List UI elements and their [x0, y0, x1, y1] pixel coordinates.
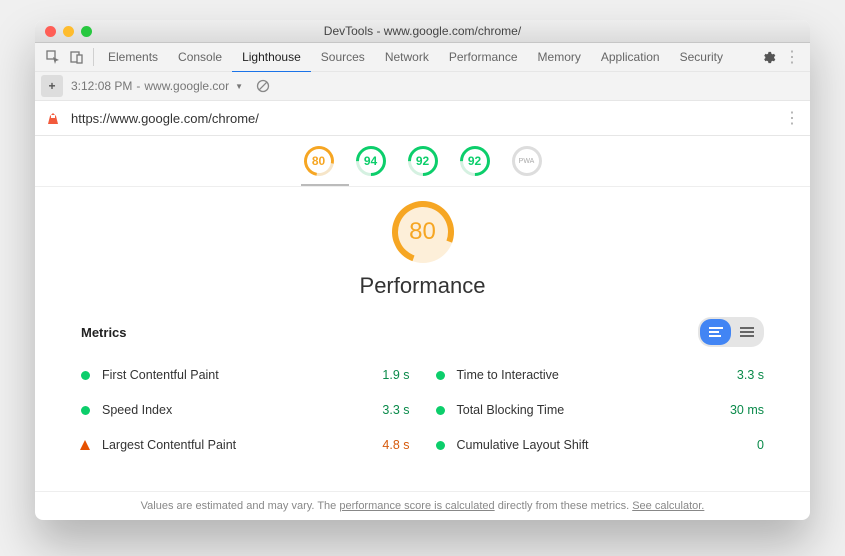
tab-performance[interactable]: Performance	[439, 43, 528, 71]
report-host: www.google.cor	[144, 79, 229, 93]
tab-elements[interactable]: Elements	[98, 43, 168, 71]
more-menu-icon[interactable]: ⋮	[780, 46, 804, 68]
report-url: https://www.google.com/chrome/	[71, 111, 774, 126]
report-dropdown[interactable]: 3:12:08 PM - www.google.cor ▼	[71, 79, 243, 93]
tab-network[interactable]: Network	[375, 43, 439, 71]
view-compact-icon[interactable]	[731, 319, 762, 345]
inspect-element-icon[interactable]	[41, 46, 65, 68]
devtools-tabs: Elements Console Lighthouse Sources Netw…	[35, 43, 810, 72]
performance-label: Performance	[360, 273, 486, 299]
performance-score: 80	[392, 201, 454, 263]
status-dot-icon	[436, 406, 445, 415]
devtools-window: DevTools - www.google.com/chrome/ Elemen…	[35, 20, 810, 520]
status-dot-icon	[81, 406, 90, 415]
status-dot-icon	[81, 371, 90, 380]
metric-first-contentful-paint: First Contentful Paint 1.9 s	[81, 357, 410, 392]
metric-cumulative-layout-shift: Cumulative Layout Shift 0	[436, 427, 765, 462]
tab-lighthouse[interactable]: Lighthouse	[232, 43, 311, 73]
score-calc-link[interactable]: performance score is calculated	[339, 500, 494, 512]
tab-sources[interactable]: Sources	[311, 43, 375, 71]
metrics-footer: Values are estimated and may vary. The p…	[35, 491, 810, 520]
clear-icon[interactable]	[251, 75, 275, 97]
new-report-button[interactable]: +	[41, 75, 63, 97]
gauge-seo[interactable]: 92	[460, 146, 490, 176]
titlebar: DevTools - www.google.com/chrome/	[35, 20, 810, 43]
tab-security[interactable]: Security	[670, 43, 733, 71]
lighthouse-logo-icon	[45, 110, 61, 126]
lighthouse-toolbar: + 3:12:08 PM - www.google.cor ▼	[35, 72, 810, 101]
settings-gear-icon[interactable]	[756, 46, 780, 68]
gauge-pwa[interactable]: PWA	[512, 146, 542, 176]
metric-largest-contentful-paint: Largest Contentful Paint 4.8 s	[81, 427, 410, 462]
gauge-underline	[301, 184, 349, 186]
status-dot-icon	[436, 371, 445, 380]
metrics-title: Metrics	[81, 325, 127, 340]
metrics-header: Metrics	[81, 317, 764, 347]
window-title: DevTools - www.google.com/chrome/	[35, 24, 810, 38]
status-triangle-icon	[80, 440, 90, 450]
tab-console[interactable]: Console	[168, 43, 232, 71]
device-toolbar-icon[interactable]	[65, 46, 89, 68]
performance-gauge: 80 Performance	[81, 201, 764, 317]
view-expanded-icon[interactable]	[700, 319, 731, 345]
report-timestamp: 3:12:08 PM	[71, 79, 132, 93]
tab-application[interactable]: Application	[591, 43, 670, 71]
metric-time-to-interactive: Time to Interactive 3.3 s	[436, 357, 765, 392]
divider	[93, 48, 94, 66]
see-calculator-link[interactable]: See calculator.	[632, 500, 704, 512]
metrics-grid: First Contentful Paint 1.9 s Time to Int…	[81, 357, 764, 462]
category-gauges: 80 94 92 92 PWA	[35, 136, 810, 187]
metric-total-blocking-time: Total Blocking Time 30 ms	[436, 392, 765, 427]
tab-memory[interactable]: Memory	[528, 43, 591, 71]
report-menu-icon[interactable]: ⋮	[784, 108, 800, 128]
url-bar: https://www.google.com/chrome/ ⋮	[35, 101, 810, 136]
chevron-down-icon: ▼	[235, 82, 243, 91]
gauge-accessibility[interactable]: 94	[356, 146, 386, 176]
metrics-view-toggle[interactable]	[698, 317, 764, 347]
gauge-performance[interactable]: 80	[304, 146, 334, 176]
report-content[interactable]: 80 Performance Metrics First Contentful …	[35, 187, 810, 491]
status-dot-icon	[436, 441, 445, 450]
metric-speed-index: Speed Index 3.3 s	[81, 392, 410, 427]
gauge-best-practices[interactable]: 92	[408, 146, 438, 176]
